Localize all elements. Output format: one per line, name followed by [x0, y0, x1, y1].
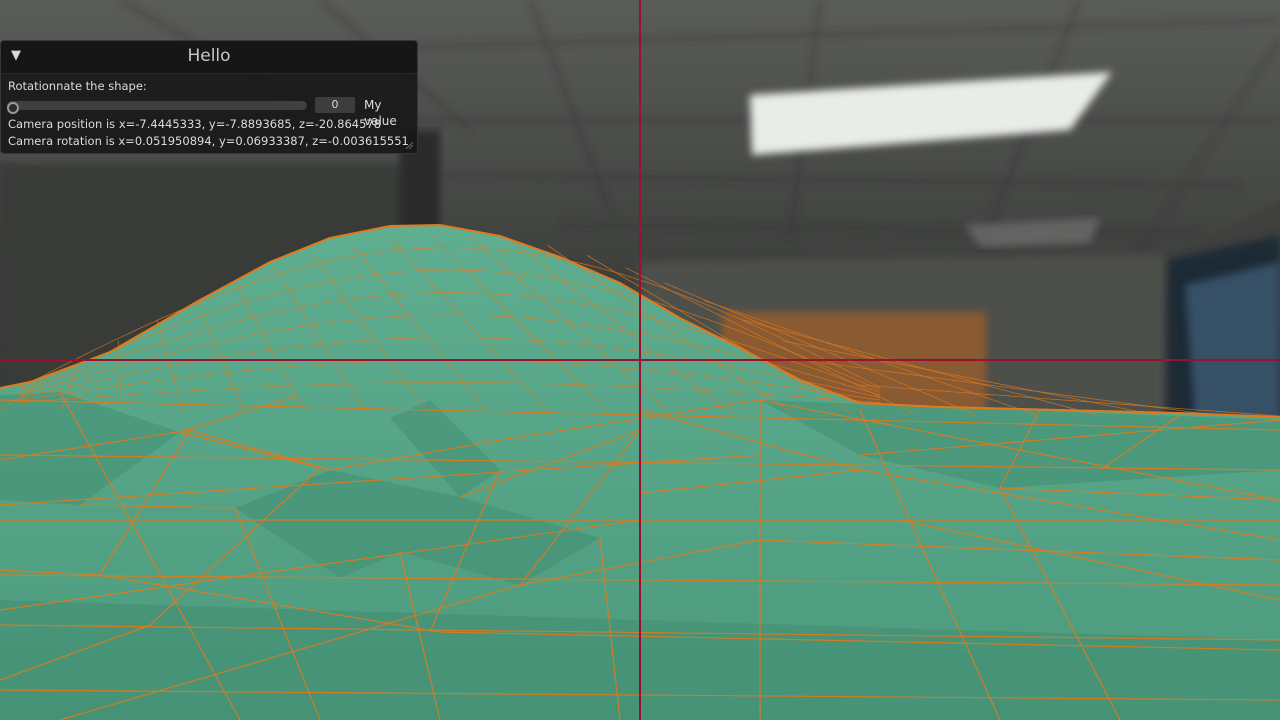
crosshair-horizontal	[0, 359, 1280, 361]
rotation-slider[interactable]	[7, 101, 307, 114]
window-titlebar[interactable]: ▼ Hello	[1, 41, 417, 74]
rotation-slider-row: 0 My value	[7, 97, 417, 128]
slider-knob[interactable]	[7, 102, 19, 114]
slider-value-field[interactable]: 0	[315, 97, 355, 113]
slider-label: Rotationnate the shape:	[8, 79, 147, 93]
window-title: Hello	[187, 46, 231, 66]
camera-position-text: Camera position is x=-7.4445333, y=-7.88…	[8, 117, 382, 131]
resize-grip-icon[interactable]	[404, 140, 414, 150]
imgui-window[interactable]: ▼ Hello Rotationnate the shape: 0 My val…	[0, 40, 418, 154]
camera-rotation-text: Camera rotation is x=0.051950894, y=0.06…	[8, 134, 409, 148]
